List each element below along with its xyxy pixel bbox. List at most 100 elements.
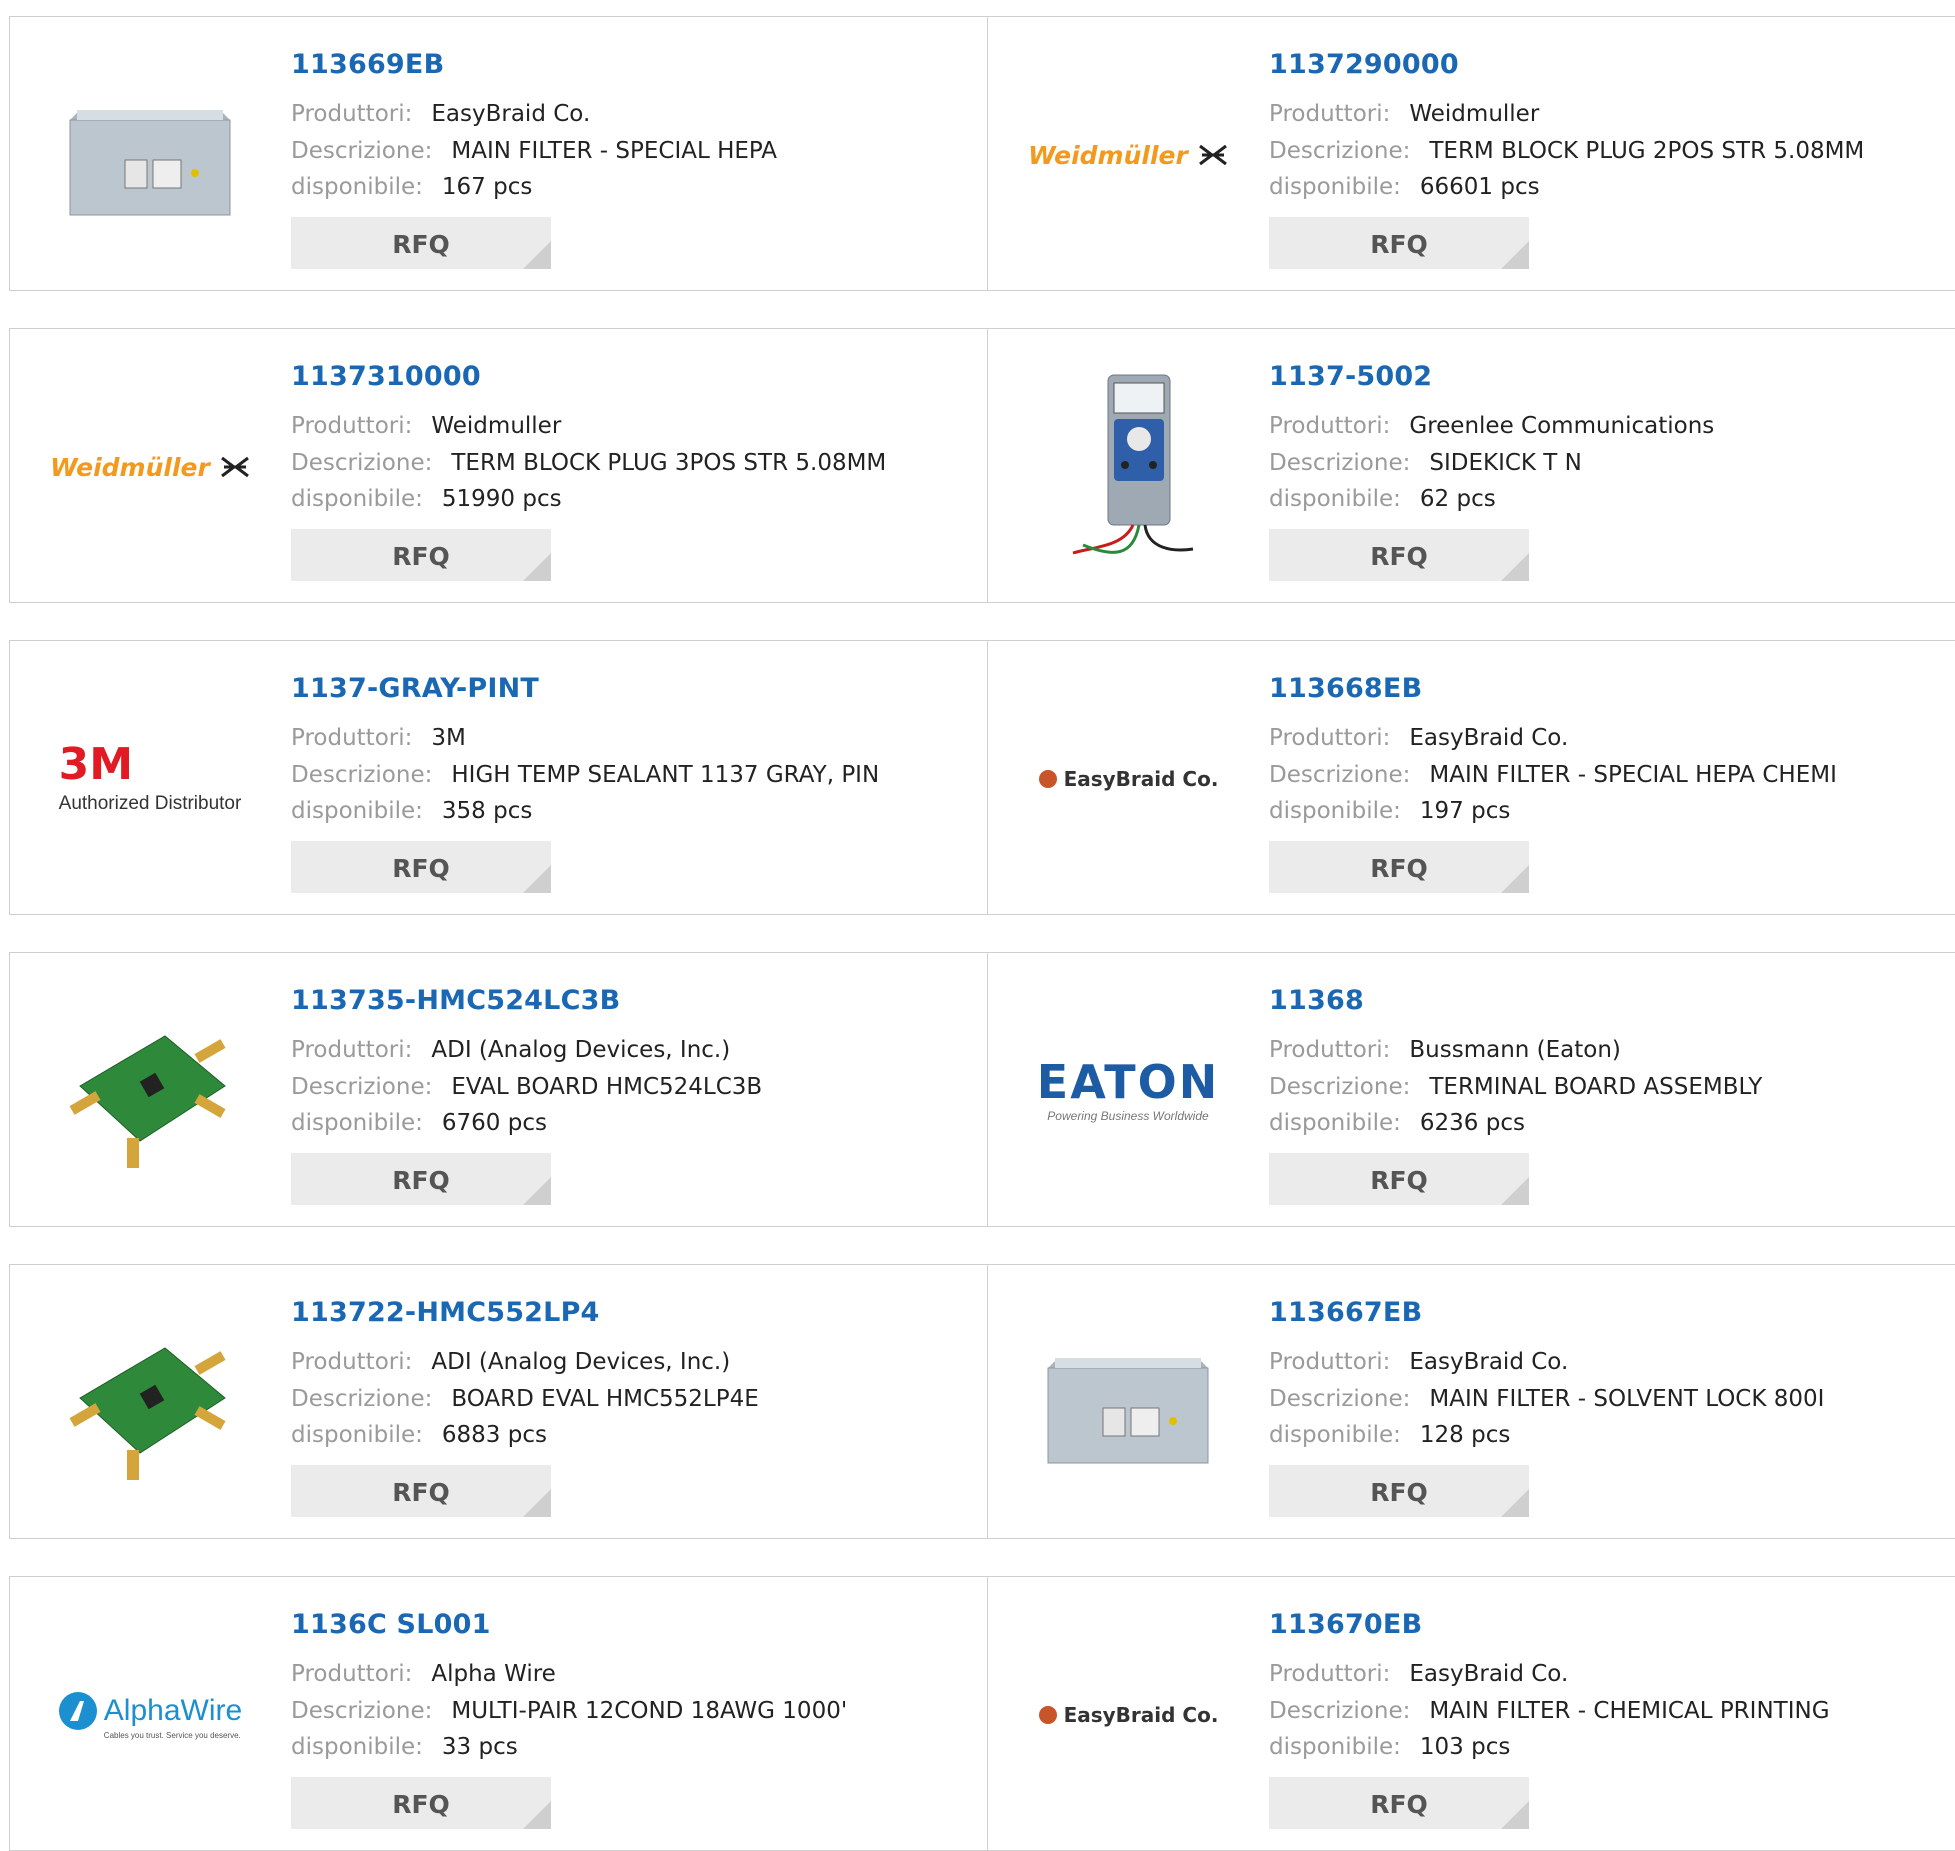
product-card: Weidmüller 1137290000 Produttori: Weidmulle… bbox=[988, 17, 1955, 290]
manufacturer-line: Produttori: 3M bbox=[291, 725, 466, 751]
part-number-link[interactable]: 113669EB bbox=[291, 49, 444, 80]
filter-box-icon[interactable] bbox=[1028, 1303, 1228, 1503]
rfq-button[interactable]: RFQ bbox=[291, 529, 551, 581]
manufacturer-line: Produttori: Bussmann (Eaton) bbox=[1269, 1037, 1621, 1063]
part-number-link[interactable]: 1137290000 bbox=[1269, 49, 1459, 80]
3m-logo-text: 3M bbox=[58, 739, 134, 790]
manufacturer-value: EasyBraid Co. bbox=[1409, 1349, 1569, 1375]
manufacturer-line: Produttori: EasyBraid Co. bbox=[1269, 725, 1568, 751]
part-number-link[interactable]: 1137-GRAY-PINT bbox=[291, 673, 539, 704]
availability-label: disponibile: bbox=[1269, 798, 1401, 824]
rfq-button[interactable]: RFQ bbox=[291, 1777, 551, 1829]
availability-value: 197 pcs bbox=[1419, 798, 1511, 824]
part-number-link[interactable]: 113735-HMC524LC3B bbox=[291, 985, 620, 1016]
rfq-label: RFQ bbox=[392, 854, 450, 883]
rfq-label: RFQ bbox=[1370, 1478, 1428, 1507]
availability-line: disponibile: 167 pcs bbox=[291, 174, 532, 200]
manufacturer-label: Produttori: bbox=[291, 101, 413, 127]
part-number-link[interactable]: 113668EB bbox=[1269, 673, 1422, 704]
product-card: 1137-5002 Produttori: Greenlee Communicati… bbox=[988, 329, 1955, 602]
availability-line: disponibile: 66601 pcs bbox=[1269, 174, 1540, 200]
availability-value: 51990 pcs bbox=[441, 486, 562, 512]
product-grid: 113669EB Produttori: EasyBraid Co. Descrizi… bbox=[0, 0, 1955, 1851]
product-card: 113735-HMC524LC3B Produttori: ADI (Analog … bbox=[10, 953, 988, 1226]
availability-line: disponibile: 6236 pcs bbox=[1269, 1110, 1525, 1136]
availability-line: disponibile: 51990 pcs bbox=[291, 486, 562, 512]
part-number-link[interactable]: 1136C SL001 bbox=[291, 1609, 491, 1640]
availability-label: disponibile: bbox=[291, 174, 423, 200]
manufacturer-line: Produttori: EasyBraid Co. bbox=[1269, 1349, 1568, 1375]
description-value: EVAL BOARD HMC524LC3B bbox=[451, 1074, 763, 1100]
product-card: 113667EB Produttori: EasyBraid Co. Descrizi… bbox=[988, 1265, 1955, 1538]
part-number-link[interactable]: 113667EB bbox=[1269, 1297, 1422, 1328]
manufacturer-label: Produttori: bbox=[1269, 101, 1391, 127]
part-number-link[interactable]: 113722-HMC552LP4 bbox=[291, 1297, 600, 1328]
manufacturer-value: Bussmann (Eaton) bbox=[1409, 1037, 1621, 1063]
rfq-label: RFQ bbox=[392, 542, 450, 571]
description-line: Descrizione: TERM BLOCK PLUG 2POS STR 5.0… bbox=[1269, 138, 1864, 164]
easybraid-logo[interactable]: EasyBraid Co. bbox=[1028, 1615, 1228, 1815]
rfq-button[interactable]: RFQ bbox=[1269, 529, 1529, 581]
rfq-label: RFQ bbox=[1370, 1166, 1428, 1195]
weidmuller-logo[interactable]: Weidmüller bbox=[1028, 55, 1228, 255]
description-label: Descrizione: bbox=[291, 138, 433, 164]
alphawire-logo-text: AlphaWire bbox=[103, 1693, 243, 1727]
manufacturer-label: Produttori: bbox=[291, 725, 413, 751]
manufacturer-label: Produttori: bbox=[1269, 1661, 1391, 1687]
corner-triangle-icon bbox=[1501, 241, 1529, 269]
part-number-link[interactable]: 1137-5002 bbox=[1269, 361, 1432, 392]
manufacturer-label: Produttori: bbox=[291, 1661, 413, 1687]
3m-logo-subtitle: Authorized Distributor bbox=[58, 793, 242, 814]
rfq-label: RFQ bbox=[392, 1478, 450, 1507]
manufacturer-value: Weidmuller bbox=[431, 413, 562, 439]
description-value: TERM BLOCK PLUG 2POS STR 5.08MM bbox=[1429, 138, 1865, 164]
manufacturer-value: EasyBraid Co. bbox=[431, 101, 591, 127]
rfq-button[interactable]: RFQ bbox=[1269, 1153, 1529, 1205]
eaton-logo[interactable]: EATON Powering Business Worldwide bbox=[1028, 991, 1228, 1191]
rfq-button[interactable]: RFQ bbox=[291, 1153, 551, 1205]
product-row: 113669EB Produttori: EasyBraid Co. Descrizi… bbox=[9, 16, 1955, 291]
part-number-link[interactable]: 113670EB bbox=[1269, 1609, 1422, 1640]
rfq-button[interactable]: RFQ bbox=[1269, 217, 1529, 269]
availability-line: disponibile: 358 pcs bbox=[291, 798, 532, 824]
test-meter-icon[interactable] bbox=[1028, 367, 1228, 567]
availability-value: 6883 pcs bbox=[441, 1422, 547, 1448]
availability-label: disponibile: bbox=[1269, 486, 1401, 512]
filter-box-icon[interactable] bbox=[50, 55, 250, 255]
weidmuller-logo-text: Weidmüller bbox=[1028, 140, 1188, 170]
rfq-label: RFQ bbox=[1370, 1790, 1428, 1819]
description-line: Descrizione: SIDEKICK T N bbox=[1269, 450, 1582, 476]
product-card: EasyBraid Co. 113670EB Produttori: EasyBrai… bbox=[988, 1577, 1955, 1850]
product-card: 113669EB Produttori: EasyBraid Co. Descrizi… bbox=[10, 17, 988, 290]
product-card: AlphaWire Cables you trust. Service you d… bbox=[10, 1577, 988, 1850]
easybraid-logo-text: EasyBraid Co. bbox=[1063, 767, 1219, 791]
easybraid-logo[interactable]: EasyBraid Co. bbox=[1028, 679, 1228, 879]
description-label: Descrizione: bbox=[1269, 138, 1411, 164]
availability-value: 128 pcs bbox=[1419, 1422, 1511, 1448]
product-row: 113722-HMC552LP4 Produttori: ADI (Analog D… bbox=[9, 1264, 1955, 1539]
eval-board-icon[interactable] bbox=[50, 1303, 250, 1503]
3m-logo[interactable]: 3M Authorized Distributor bbox=[50, 679, 250, 879]
rfq-button[interactable]: RFQ bbox=[1269, 841, 1529, 893]
availability-value: 103 pcs bbox=[1419, 1734, 1511, 1760]
alphawire-logo[interactable]: AlphaWire Cables you trust. Service you d… bbox=[50, 1615, 250, 1815]
availability-label: disponibile: bbox=[291, 798, 423, 824]
weidmuller-logo[interactable]: Weidmüller bbox=[50, 367, 250, 567]
description-label: Descrizione: bbox=[291, 1386, 433, 1412]
availability-value: 167 pcs bbox=[441, 174, 533, 200]
description-line: Descrizione: TERM BLOCK PLUG 3POS STR 5.0… bbox=[291, 450, 886, 476]
manufacturer-label: Produttori: bbox=[291, 1037, 413, 1063]
description-value: HIGH TEMP SEALANT 1137 GRAY, PIN bbox=[451, 762, 880, 788]
rfq-button[interactable]: RFQ bbox=[291, 1465, 551, 1517]
description-label: Descrizione: bbox=[1269, 1386, 1411, 1412]
rfq-button[interactable]: RFQ bbox=[291, 217, 551, 269]
rfq-button[interactable]: RFQ bbox=[1269, 1465, 1529, 1517]
description-value: TERMINAL BOARD ASSEMBLY bbox=[1429, 1074, 1763, 1100]
rfq-label: RFQ bbox=[392, 230, 450, 259]
rfq-button[interactable]: RFQ bbox=[291, 841, 551, 893]
manufacturer-line: Produttori: EasyBraid Co. bbox=[291, 101, 590, 127]
eval-board-icon[interactable] bbox=[50, 991, 250, 1191]
rfq-button[interactable]: RFQ bbox=[1269, 1777, 1529, 1829]
part-number-link[interactable]: 11368 bbox=[1269, 985, 1364, 1016]
part-number-link[interactable]: 1137310000 bbox=[291, 361, 481, 392]
